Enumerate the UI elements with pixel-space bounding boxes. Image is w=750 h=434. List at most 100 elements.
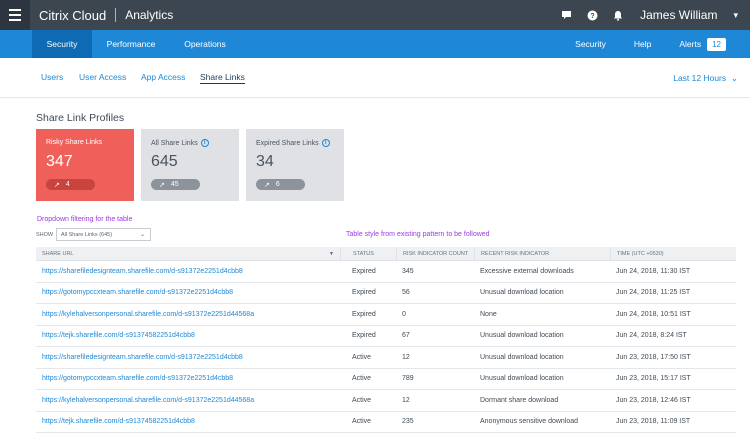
tab-user-access[interactable]: User Access [79,72,126,82]
risk-count-cell: 789 [402,375,414,383]
dropdown-annotation: Dropdown filtering for the table [37,216,133,223]
trend-value: 6 [275,181,280,188]
time-cell: Jun 24, 2018, 10:51 IST [616,310,691,318]
share-url-link[interactable]: https://tejk.sharefile.com/d-s9137458225… [36,418,340,425]
recent-risk-cell: Unusual download location [480,289,564,297]
chevron-down-icon: ⌄ [728,73,738,83]
table-row[interactable]: https://sharefiledesignteam.sharefile.co… [36,347,736,369]
info-icon[interactable]: i [200,139,209,147]
card-value: 645 [151,153,178,170]
alerts-count-badge: 12 [707,37,726,51]
tab-share-links[interactable]: Share Links [200,72,245,84]
card-value: 347 [46,153,73,170]
hamburger-menu-icon[interactable] [0,0,30,30]
table-row[interactable]: https://gotomypccxteam.sharefile.com/d-s… [36,283,736,304]
share-url-link[interactable]: https://sharefiledesignteam.sharefile.co… [36,354,340,361]
status-cell: Active [352,418,372,426]
time-range-label: Last 12 Hours [673,73,727,83]
column-header-share-url[interactable]: SHARE URL ▼ [36,247,340,260]
time-cell: Jun 23, 2018, 11:09 IST [616,418,691,426]
table-row[interactable]: https://gotomypccxteam.sharefile.com/d-s… [36,369,736,390]
risky-share-links-card[interactable]: Risky Share Links 347 ↗ 4 [36,129,134,201]
trend-pill: ↗ 6 [256,179,305,190]
recent-risk-cell: None [480,310,497,318]
tab-users[interactable]: Users [41,72,63,82]
column-header-recent-risk[interactable]: RECENT RISK INDICATOR [474,247,610,260]
table-row[interactable]: https://tejk.sharefile.com/d-s9137458225… [36,412,736,433]
share-url-link[interactable]: https://gotomypccxteam.sharefile.com/d-s… [36,375,340,382]
main-nav: Security Performance Operations Security… [0,30,750,58]
trend-value: 4 [65,181,70,188]
svg-text:?: ? [590,13,594,20]
table-header: SHARE URL ▼ STATUS RISK INDICATOR COUNT … [36,247,736,261]
table-row[interactable]: https://kylehalversonpersonal.sharefile.… [36,304,736,326]
status-cell: Active [352,353,372,361]
sort-down-icon[interactable]: ▼ [329,251,334,257]
risk-count-cell: 12 [402,396,410,404]
time-range-select[interactable]: Last 12 Hours ⌄ [673,73,738,84]
chevron-down-icon: ⌄ [139,232,145,238]
top-right-actions: ? James William ▾ [560,8,750,22]
filter-value: All Share Links (645) [61,231,113,238]
time-cell: Jun 23, 2018, 15:17 IST [616,375,691,383]
product-name: Analytics [125,8,174,22]
risk-count-cell: 345 [402,267,414,275]
nav-alerts-label: Alerts [679,39,702,49]
share-url-link[interactable]: https://tejk.sharefile.com/d-s9137458225… [36,332,340,339]
share-url-link[interactable]: https://kylehalversonpersonal.sharefile.… [36,397,340,404]
table-row[interactable]: https://tejk.sharefile.com/d-s9137458225… [36,326,736,347]
nav-operations[interactable]: Operations [170,30,240,58]
chat-icon[interactable] [560,9,572,21]
risk-count-cell: 235 [402,418,414,426]
recent-risk-cell: Excessive external downloads [480,267,574,275]
time-cell: Jun 23, 2018, 17:50 IST [616,353,691,361]
status-cell: Expired [352,289,376,297]
bell-icon[interactable] [612,9,624,21]
tab-app-access[interactable]: App Access [141,72,185,82]
nav-performance[interactable]: Performance [92,30,170,58]
card-label-text: Expired Share Links [256,139,319,147]
column-header-risk-count[interactable]: RISK INDICATOR COUNT [396,247,474,260]
card-label-text: All Share Links [151,139,198,147]
recent-risk-cell: Unusual download location [480,375,564,383]
nav-security[interactable]: Security [32,30,92,58]
share-links-filter-select[interactable]: All Share Links (645) ⌄ [56,228,151,241]
arrow-up-right-icon: ↗ [159,181,165,189]
section-title: Share Link Profiles [36,112,125,124]
help-icon[interactable]: ? [586,9,598,21]
risk-count-cell: 12 [402,353,410,361]
time-cell: Jun 23, 2018, 12:46 IST [616,396,691,404]
time-cell: Jun 24, 2018, 11:25 IST [616,289,691,297]
column-header-time[interactable]: TIME (UTC +0530) [610,247,736,260]
recent-risk-cell: Anonymous sensitive download [480,418,579,426]
brand-logo[interactable]: Citrix Cloud [39,8,106,23]
share-url-link[interactable]: https://gotomypccxteam.sharefile.com/d-s… [36,289,340,296]
nav-right-security[interactable]: Security [561,30,620,58]
info-icon[interactable]: i [321,139,330,147]
share-url-link[interactable]: https://kylehalversonpersonal.sharefile.… [36,311,340,318]
column-header-status[interactable]: STATUS [340,247,396,260]
nav-help[interactable]: Help [620,30,665,58]
card-label: Risky Share Links [46,139,102,146]
table-row[interactable]: https://kylehalversonpersonal.sharefile.… [36,390,736,412]
status-cell: Active [352,396,372,404]
chevron-down-icon[interactable]: ▾ [733,10,738,21]
trend-pill: ↗ 4 [46,179,95,190]
status-cell: Expired [352,310,376,318]
all-share-links-card[interactable]: All Share Links i 645 ↗ 45 [141,129,239,201]
table-row[interactable]: https://sharefiledesignteam.sharefile.co… [36,261,736,283]
nav-right: Security Help Alerts 12 [561,30,750,58]
recent-risk-cell: Unusual download location [480,332,564,340]
nav-alerts[interactable]: Alerts 12 [665,30,740,58]
share-url-link[interactable]: https://sharefiledesignteam.sharefile.co… [36,268,340,275]
risk-count-cell: 0 [402,310,406,318]
risk-count-cell: 67 [402,332,410,340]
arrow-up-right-icon: ↗ [264,181,270,189]
expired-share-links-card[interactable]: Expired Share Links i 34 ↗ 6 [246,129,344,201]
top-bar: Citrix Cloud Analytics ? James William ▾ [0,0,750,30]
time-cell: Jun 24, 2018, 8:24 IST [616,332,687,340]
risk-count-cell: 56 [402,289,410,297]
user-menu[interactable]: James William [640,8,717,22]
recent-risk-cell: Unusual download location [480,353,564,361]
show-label: SHOW [36,232,54,238]
